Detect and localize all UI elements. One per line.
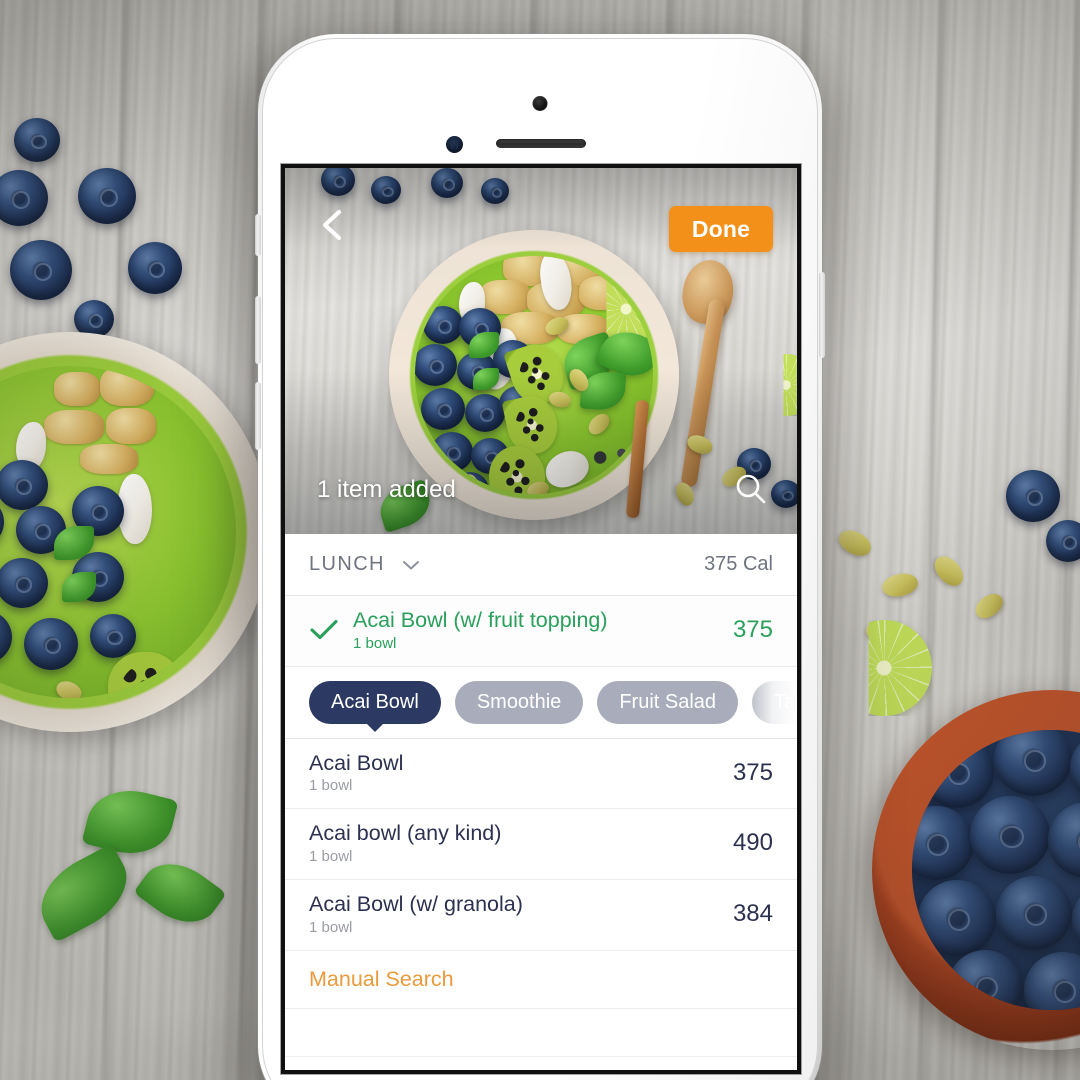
earpiece-speaker-icon	[496, 139, 586, 148]
table-row[interactable]: Acai Bowl (w/ granola) 1 bowl 384	[285, 880, 797, 951]
result-serving: 1 bowl	[309, 918, 353, 936]
result-title: Acai bowl (any kind)	[309, 821, 502, 846]
result-calories: 490	[732, 829, 773, 857]
result-title: Acai Bowl (w/ granola)	[309, 892, 523, 917]
chip-smoothie[interactable]: Smoothie	[454, 680, 584, 724]
suggestion-chips-row[interactable]: Acai Bowl Smoothie Fruit Salad Tart	[285, 666, 797, 739]
empty-list-rows	[285, 1008, 797, 1070]
result-texts: Acai Bowl 1 bowl	[309, 751, 721, 795]
empty-list-row	[285, 1056, 797, 1070]
chips-scroll-container[interactable]: Acai Bowl Smoothie Fruit Salad Tart	[285, 667, 797, 738]
mute-switch[interactable]	[255, 214, 261, 256]
result-serving: 1 bowl	[309, 777, 353, 795]
volume-down-button[interactable]	[255, 382, 261, 450]
added-item-row[interactable]: Acai Bowl (w/ fruit topping) 1 bowl 375	[285, 596, 797, 667]
phone-screen: Done 1 item added LUNCH 375 Cal Acai Bow…	[285, 168, 797, 1070]
added-item-serving: 1 bowl	[353, 634, 397, 652]
chevron-down-icon[interactable]	[401, 558, 421, 572]
done-button[interactable]: Done	[669, 206, 773, 252]
chip-tart[interactable]: Tart	[752, 680, 797, 724]
result-serving: 1 bowl	[309, 848, 353, 866]
added-item-title: Acai Bowl (w/ fruit topping)	[353, 608, 608, 632]
check-icon	[309, 618, 353, 642]
volume-up-button[interactable]	[255, 296, 261, 364]
chip-acai-bowl[interactable]: Acai Bowl	[309, 680, 441, 724]
search-results-list: Acai Bowl 1 bowl 375 Acai bowl (any kind) 1 …	[285, 738, 797, 951]
chip-label: Fruit Salad	[619, 690, 717, 713]
chip-label: Smoothie	[476, 690, 562, 713]
back-button[interactable]	[313, 204, 355, 246]
items-added-status: 1 item added	[317, 476, 456, 503]
power-button[interactable]	[819, 272, 825, 358]
table-row[interactable]: Acai Bowl 1 bowl 375	[285, 738, 797, 810]
chip-label: Tart	[774, 690, 797, 713]
manual-search-label: Manual Search	[309, 966, 454, 991]
done-button-label: Done	[691, 215, 751, 242]
search-icon[interactable]	[733, 472, 769, 508]
added-item-calories: 375	[732, 615, 773, 643]
empty-list-row	[285, 1008, 797, 1057]
result-texts: Acai bowl (any kind) 1 bowl	[309, 821, 721, 865]
manual-search-row[interactable]: Manual Search	[285, 950, 797, 1009]
proximity-sensor-icon	[446, 136, 463, 153]
table-row[interactable]: Acai bowl (any kind) 1 bowl 490	[285, 809, 797, 881]
result-title: Acai Bowl	[309, 750, 404, 775]
meal-header-row[interactable]: LUNCH 375 Cal	[285, 534, 797, 596]
meal-calories-total: 375 Cal	[704, 553, 773, 575]
result-calories: 384	[732, 900, 773, 928]
front-camera-icon	[532, 96, 548, 111]
added-item-texts: Acai Bowl (w/ fruit topping) 1 bowl	[353, 608, 721, 652]
phone-device-frame: Done 1 item added LUNCH 375 Cal Acai Bow…	[255, 34, 825, 1080]
chip-label: Acai Bowl	[331, 690, 419, 713]
result-texts: Acai Bowl (w/ granola) 1 bowl	[309, 892, 721, 936]
hero-food-photo: Done 1 item added	[285, 168, 797, 534]
chip-fruit-salad[interactable]: Fruit Salad	[597, 680, 739, 724]
meal-name-label: LUNCH	[309, 553, 385, 575]
result-calories: 375	[732, 758, 773, 786]
